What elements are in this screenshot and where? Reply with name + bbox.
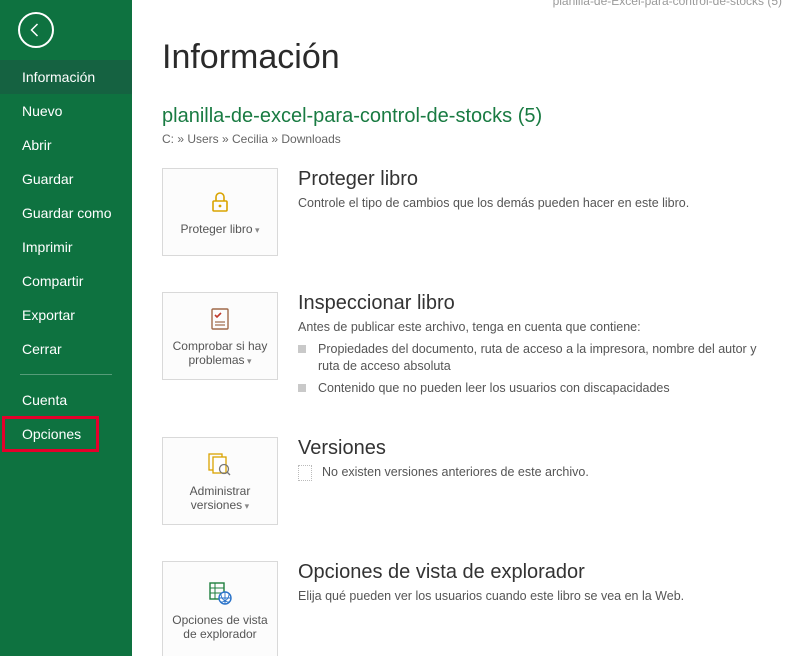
file-name: planilla-de-excel-para-control-de-stocks… [162, 105, 762, 128]
browser-card-label: Opciones de vista de explorador [167, 613, 273, 642]
manage-versions-button[interactable]: Administrar versiones [162, 437, 278, 525]
page-title: Información [162, 38, 762, 77]
sidebar-item-cerrar[interactable]: Cerrar [0, 332, 132, 366]
backstage-sidebar: Información Nuevo Abrir Guardar Guardar … [0, 0, 132, 656]
versions-icon [206, 450, 234, 478]
versions-title: Versiones [298, 437, 762, 460]
arrow-left-icon [27, 21, 45, 39]
back-button[interactable] [18, 12, 54, 48]
protect-workbook-button[interactable]: Proteger libro [162, 168, 278, 256]
browser-desc: Elija qué pueden ver los usuarios cuando… [298, 588, 762, 606]
section-inspect: Comprobar si hay problemas Inspeccionar … [162, 292, 762, 401]
file-path: C: » Users » Cecilia » Downloads [162, 132, 762, 146]
inspect-bullet-2-text: Contenido que no pueden leer los usuario… [318, 380, 670, 398]
checklist-icon [207, 305, 233, 333]
sidebar-item-compartir[interactable]: Compartir [0, 264, 132, 298]
protect-desc: Controle el tipo de cambios que los demá… [298, 195, 762, 213]
sidebar-item-opciones[interactable]: Opciones [3, 417, 98, 451]
document-outline-icon [298, 465, 312, 481]
sidebar-item-imprimir[interactable]: Imprimir [0, 230, 132, 264]
check-issues-button[interactable]: Comprobar si hay problemas [162, 292, 278, 380]
window-title: planilla-de-Excel-para-control-de-stocks… [553, 0, 782, 8]
inspect-bullet-2: Contenido que no pueden leer los usuario… [298, 380, 762, 398]
sidebar-item-informacion[interactable]: Información [0, 60, 132, 94]
sidebar-item-abrir[interactable]: Abrir [0, 128, 132, 162]
inspect-card-label: Comprobar si hay problemas [167, 339, 273, 368]
section-browser-view: Opciones de vista de explorador Opciones… [162, 561, 762, 656]
sidebar-item-guardar-como[interactable]: Guardar como [0, 196, 132, 230]
sidebar-item-guardar[interactable]: Guardar [0, 162, 132, 196]
lock-icon [207, 188, 233, 216]
section-versions: Administrar versiones Versiones No exist… [162, 437, 762, 525]
browser-view-options-button[interactable]: Opciones de vista de explorador [162, 561, 278, 656]
inspect-desc: Antes de publicar este archivo, tenga en… [298, 319, 762, 337]
excel-globe-icon [206, 579, 234, 607]
protect-title: Proteger libro [298, 168, 762, 191]
versions-card-label: Administrar versiones [167, 484, 273, 513]
versions-desc: No existen versiones anteriores de este … [322, 464, 589, 482]
sidebar-item-cuenta[interactable]: Cuenta [0, 383, 132, 417]
inspect-bullet-1: Propiedades del documento, ruta de acces… [298, 341, 762, 376]
bullet-icon [298, 345, 306, 353]
sidebar-separator [20, 374, 112, 375]
sidebar-item-exportar[interactable]: Exportar [0, 298, 132, 332]
main-content: planilla-de-Excel-para-control-de-stocks… [132, 0, 792, 656]
browser-title: Opciones de vista de explorador [298, 561, 762, 584]
protect-card-label: Proteger libro [180, 222, 259, 236]
sidebar-item-nuevo[interactable]: Nuevo [0, 94, 132, 128]
inspect-bullet-1-text: Propiedades del documento, ruta de acces… [318, 341, 762, 376]
bullet-icon [298, 384, 306, 392]
section-protect: Proteger libro Proteger libro Controle e… [162, 168, 762, 256]
inspect-title: Inspeccionar libro [298, 292, 762, 315]
